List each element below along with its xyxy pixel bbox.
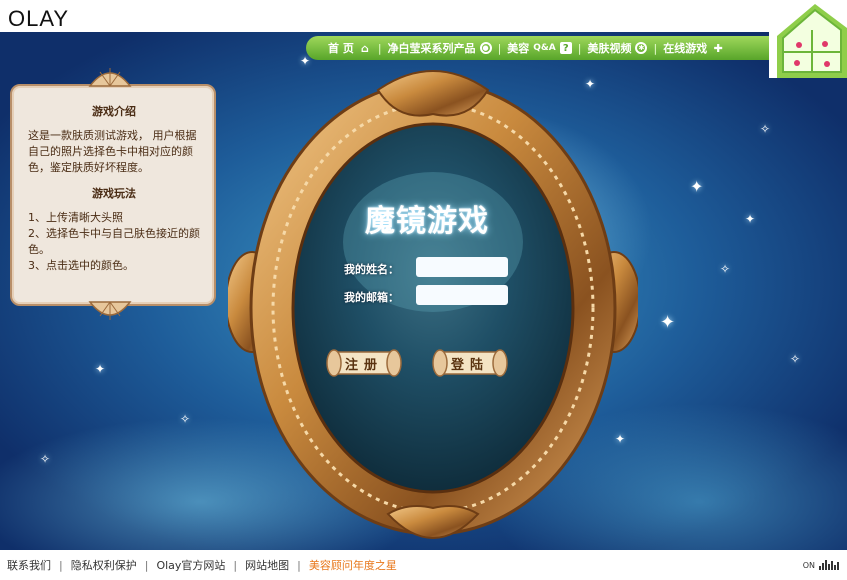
shell-ornament-top (88, 68, 132, 87)
main-nav: 首 页 ⌂ | 净白莹采系列产品 ● | 美容 Q&A ? | 美肤视频 ✱ |… (306, 36, 776, 60)
target-icon: ● (479, 42, 492, 54)
sound-on-label: ON (802, 560, 815, 570)
name-label: 我的姓名： (344, 263, 399, 276)
footer-link-official-site[interactable]: Olay官方网站 (156, 557, 225, 573)
nav-separator: | (377, 41, 382, 55)
footer-link-sitemap[interactable]: 网站地图 (245, 557, 289, 573)
sound-toggle[interactable]: ON (803, 560, 839, 570)
equalizer-icon (819, 560, 839, 570)
nav-separator: | (497, 41, 502, 55)
nav-home[interactable]: 首 页 ⌂ (328, 40, 372, 56)
login-button[interactable]: 登陆 (432, 348, 508, 378)
footer-link-beauty-star[interactable]: 美容顾问年度之星 (309, 557, 397, 573)
nav-qa-label: Q&A (533, 43, 556, 53)
nav-videos-label: 美肤视频 (587, 42, 632, 55)
footer-link-contact[interactable]: 联系我们 (7, 557, 51, 573)
register-button[interactable]: 注册 (326, 348, 402, 378)
puzzle-icon: ✚ (713, 41, 723, 55)
game-title: 魔镜游戏 (365, 204, 489, 239)
question-icon: ? (559, 42, 572, 54)
nav-products-label: 净白莹采系列产品 (387, 42, 476, 55)
intro-title: 游戏介绍 (92, 105, 136, 118)
footer: 联系我们 | 隐私权利保护 | Olay官方网站 | 网站地图 | 美容顾问年度… (0, 550, 847, 580)
rule-item: 3、点击选中的颜色。 (28, 259, 134, 272)
footer-separator: | (233, 558, 238, 572)
rules-list: 1、上传清晰大头照 2、选择色卡中与自己肤色接近的颜色。 3、点击选中的颜色。 (28, 210, 200, 274)
register-label: 注册 (344, 357, 383, 373)
email-label: 我的邮箱： (344, 291, 399, 304)
rule-item: 1、上传清晰大头照 (28, 211, 123, 224)
footer-separator: | (59, 558, 63, 572)
rule-item: 2、选择色卡中与自己肤色接近的颜色。 (28, 227, 200, 256)
rules-title: 游戏玩法 (92, 187, 136, 200)
nav-videos[interactable]: 美肤视频 ✱ (587, 40, 648, 56)
nav-beauty-label: 美容 (507, 42, 530, 55)
nav-products[interactable]: 净白莹采系列产品 ● (388, 40, 492, 56)
nav-home-label: 首 页 (328, 42, 354, 55)
nav-games-label: 在线游戏 (663, 42, 708, 55)
footer-separator: | (297, 558, 301, 572)
home-icon: ⌂ (360, 41, 369, 55)
shell-ornament-bottom (88, 301, 132, 320)
nav-separator: | (577, 41, 582, 55)
dollhouse-icon[interactable] (769, 0, 847, 78)
intro-description: 这是一款肤质测试游戏， 用户根据自己的照片选择色卡中相对应的颜色，鉴定肤质好坏程… (28, 129, 197, 174)
footer-link-privacy[interactable]: 隐私权利保护 (71, 557, 137, 573)
film-reel-icon: ✱ (635, 42, 648, 54)
nav-games[interactable]: 在线游戏 ✚ (663, 40, 725, 56)
game-intro-panel: 游戏介绍 这是一款肤质测试游戏， 用户根据自己的照片选择色卡中相对应的颜色，鉴定… (10, 84, 216, 306)
email-input[interactable] (416, 285, 508, 305)
header: OLAY (0, 0, 847, 32)
nav-separator: | (653, 41, 658, 55)
olay-logo[interactable]: OLAY (8, 6, 69, 32)
magic-mirror-frame (228, 70, 638, 539)
name-input[interactable] (416, 257, 508, 277)
login-label: 登陆 (450, 357, 489, 373)
nav-beauty-qa[interactable]: 美容 Q&A ? (507, 40, 572, 56)
footer-separator: | (144, 558, 149, 572)
